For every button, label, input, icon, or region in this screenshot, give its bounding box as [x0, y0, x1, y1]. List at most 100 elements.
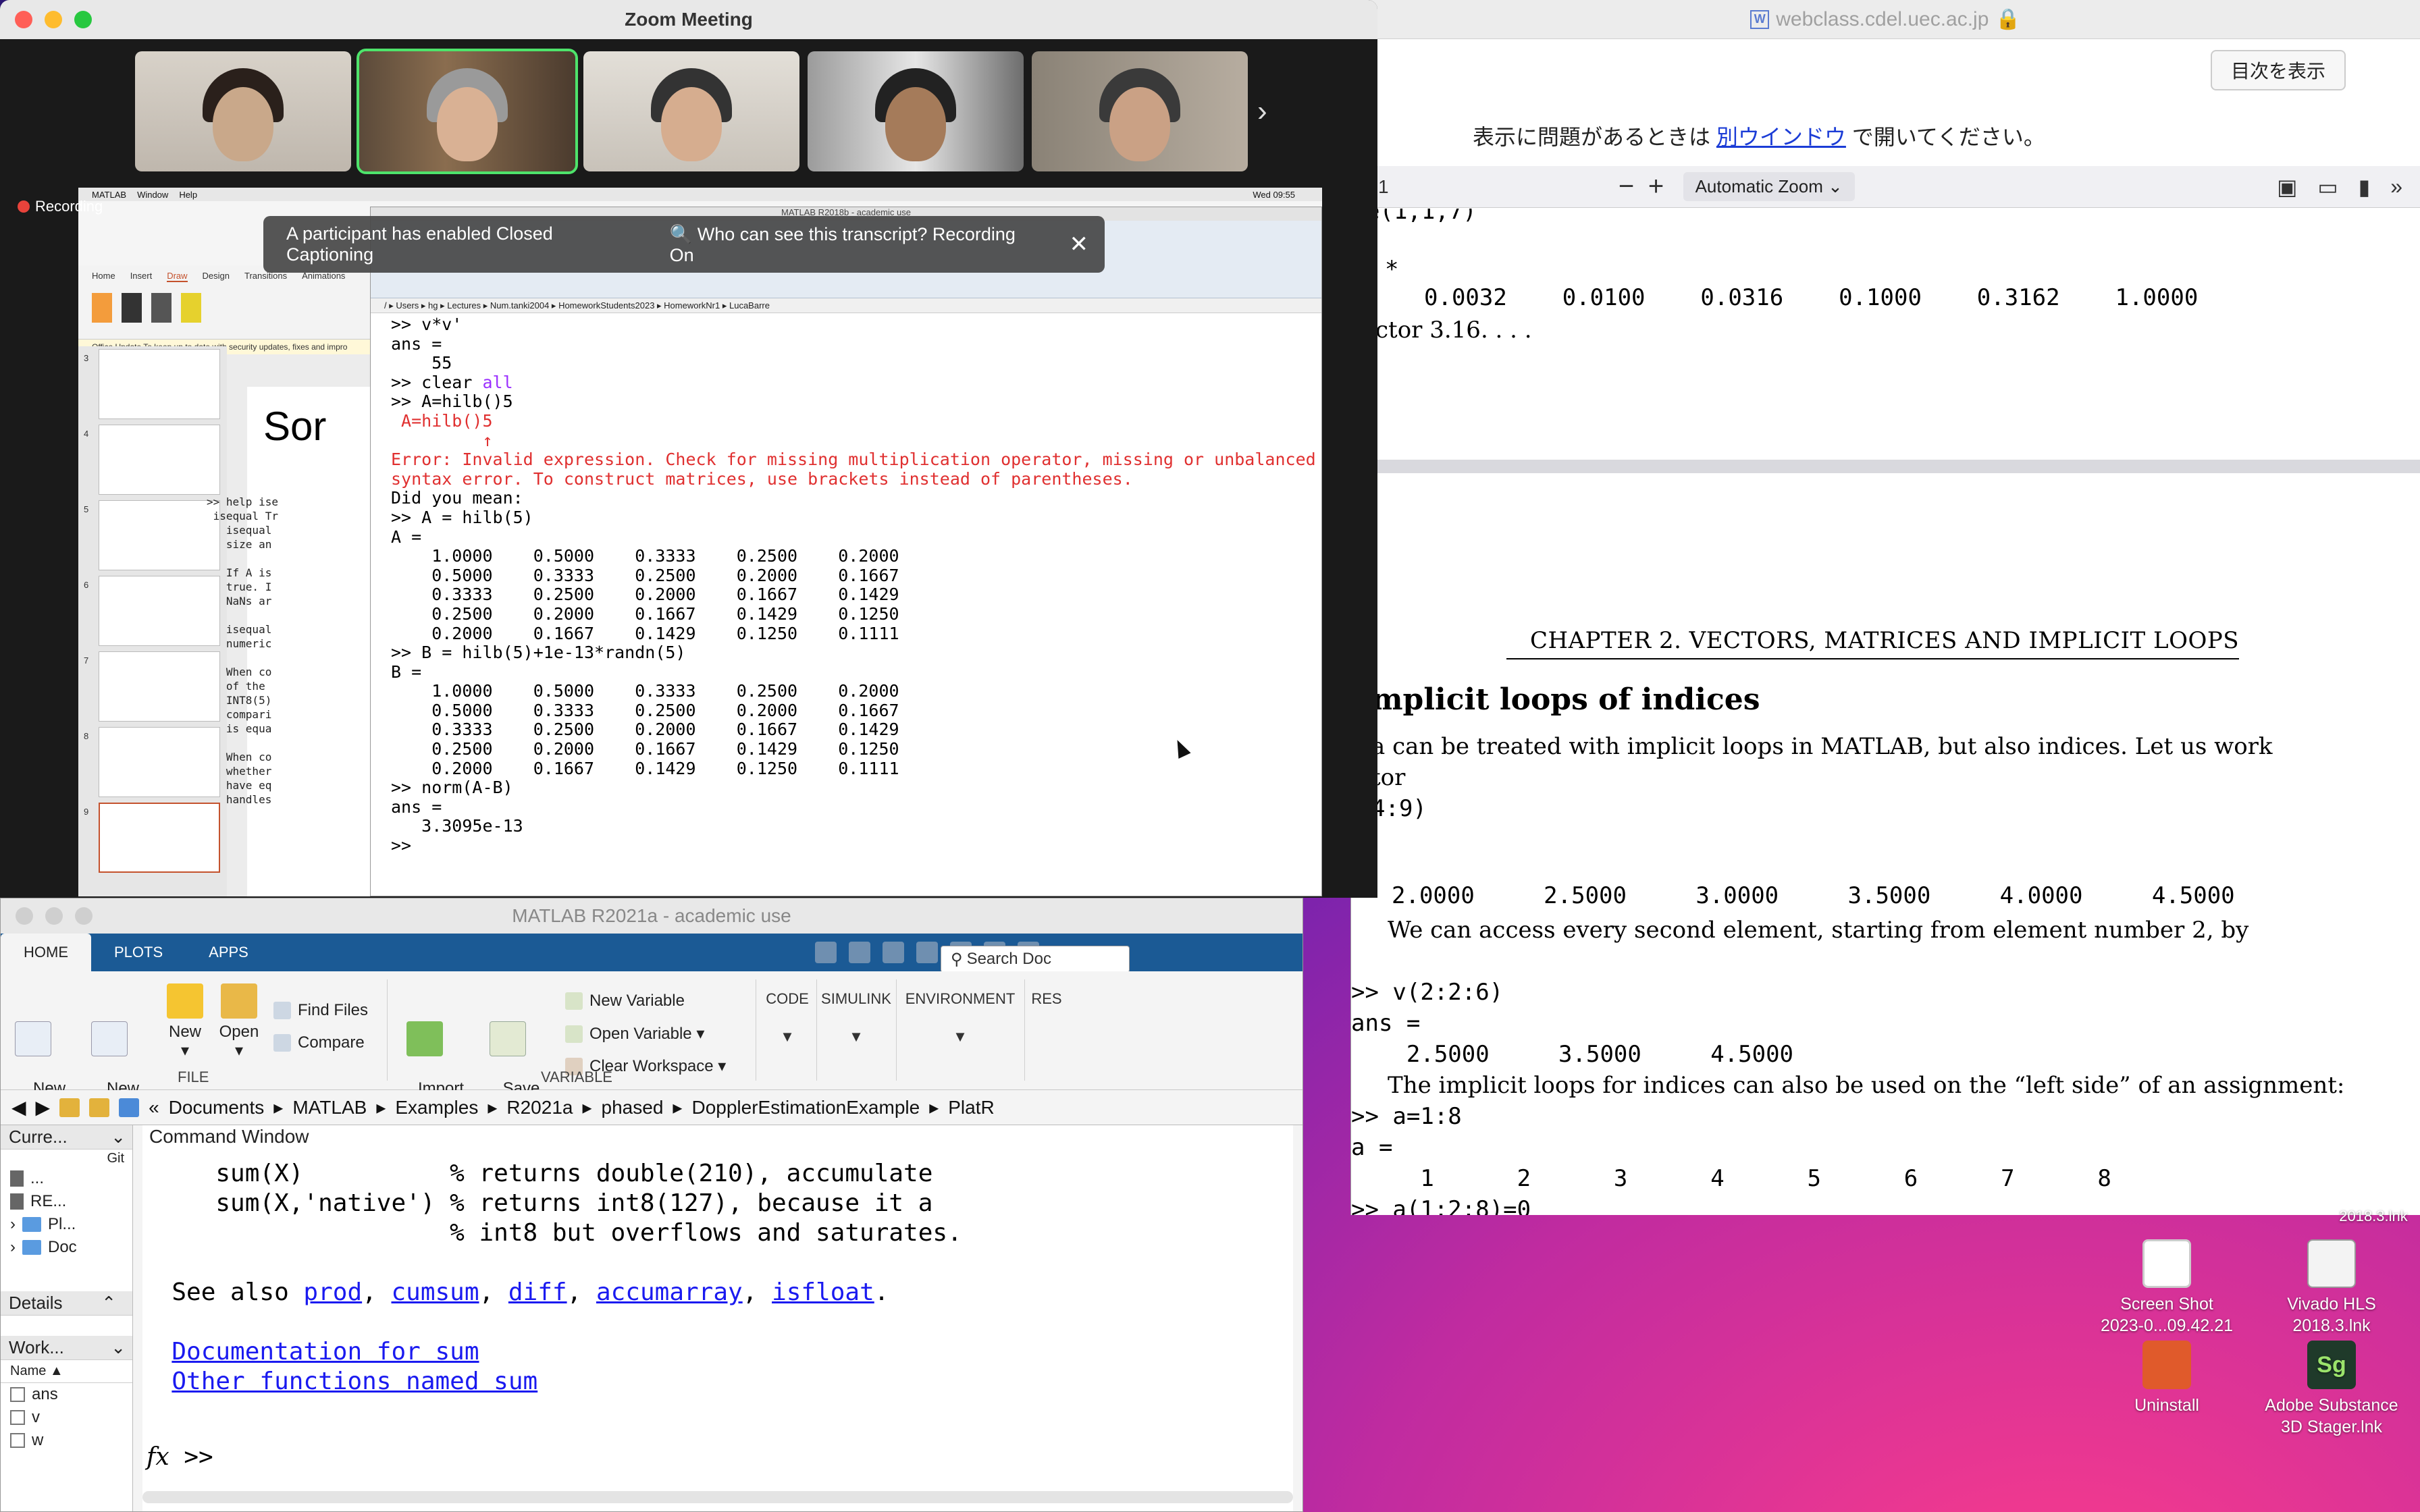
participant-video[interactable]: [1032, 51, 1248, 171]
folder-row[interactable]: › Pl...: [1, 1213, 132, 1236]
slide-thumbnail[interactable]: [99, 349, 220, 419]
minimize-window-icon[interactable]: [45, 11, 62, 28]
pdf-viewer[interactable]: e(1,1,7) * 0.0032 0.0100 0.0316 0.1000 0…: [1351, 209, 2420, 1215]
chevron-up-icon[interactable]: ⌃: [101, 1293, 116, 1314]
zoom-out-button[interactable]: −: [1612, 171, 1641, 202]
cut-icon[interactable]: [849, 942, 870, 963]
participant-video[interactable]: [583, 51, 799, 171]
folder-row[interactable]: › Doc: [1, 1236, 132, 1259]
save-icon[interactable]: [815, 942, 837, 963]
see-also-link[interactable]: isfloat: [772, 1278, 874, 1306]
address-part[interactable]: R2021a: [506, 1097, 573, 1118]
maximize-window-icon[interactable]: [75, 907, 93, 925]
details-header[interactable]: Details ⌃: [1, 1291, 132, 1316]
horizontal-scrollbar[interactable]: [142, 1491, 1293, 1503]
see-also-link[interactable]: accumarray: [596, 1278, 743, 1306]
address-part[interactable]: Examples: [395, 1097, 478, 1118]
folder-row[interactable]: RE...: [1, 1190, 132, 1213]
code-section-button[interactable]: CODE ▼: [764, 990, 811, 1046]
separate-window-link[interactable]: 別ウインドウ: [1716, 125, 1846, 149]
workspace-variable[interactable]: ans: [1, 1383, 132, 1406]
panel-menu-icon[interactable]: ⌄: [111, 1127, 126, 1148]
address-part[interactable]: DopplerEstimationExample: [691, 1097, 920, 1118]
toc-button[interactable]: 目次を表示: [2210, 50, 2346, 90]
slide-thumbnail-selected[interactable]: [99, 803, 220, 873]
more-tools-icon[interactable]: »: [2390, 174, 2402, 200]
address-part[interactable]: PlatR: [948, 1097, 994, 1118]
compare-button[interactable]: Compare: [273, 1033, 365, 1052]
see-also-link[interactable]: diff: [508, 1278, 567, 1306]
desktop-icon-screenshot[interactable]: Screen Shot 2023-0...09.42.21: [2089, 1239, 2244, 1336]
bookmark-icon[interactable]: ▮: [2359, 174, 2371, 200]
desktop-icon-vivado[interactable]: Vivado HLS 2018.3.lnk: [2254, 1239, 2409, 1336]
minimize-window-icon[interactable]: [45, 907, 63, 925]
slide-thumbnail[interactable]: [99, 500, 220, 570]
resources-section-button[interactable]: RES: [1030, 990, 1063, 1008]
presentation-mode-icon[interactable]: ▣: [2277, 174, 2297, 200]
workspace-name-column[interactable]: Name ▲: [1, 1360, 132, 1383]
workspace-header[interactable]: Work... ⌄: [1, 1336, 132, 1360]
zoom-select[interactable]: Automatic Zoom ⌄: [1683, 172, 1855, 201]
see-also-link[interactable]: prod: [303, 1278, 362, 1306]
desktop-icon-uninstall[interactable]: Uninstall: [2089, 1341, 2244, 1416]
address-part[interactable]: Documents: [169, 1097, 265, 1118]
find-files-button[interactable]: Find Files: [273, 1001, 368, 1020]
command-output: sum(X) % returns double(210), accumulate…: [142, 1160, 962, 1395]
close-icon[interactable]: ✕: [1070, 231, 1089, 258]
next-participants-icon[interactable]: ›: [1257, 94, 1267, 128]
up-folder-icon[interactable]: [59, 1098, 80, 1117]
slide-thumbnail[interactable]: [99, 651, 220, 722]
open-variable-button[interactable]: Open Variable ▾: [565, 1024, 704, 1044]
open-button[interactable]: Open ▾: [215, 983, 263, 1060]
desktop-icon-substance[interactable]: Sg Adobe Substance 3D Stager.lnk: [2254, 1341, 2409, 1438]
zoom-in-button[interactable]: +: [1641, 171, 1671, 202]
see-also-link[interactable]: cumsum: [391, 1278, 479, 1306]
panel-menu-icon[interactable]: ⌄: [111, 1337, 126, 1358]
close-window-icon[interactable]: [15, 11, 32, 28]
current-folder-header[interactable]: Curre... ⌄: [1, 1125, 132, 1150]
forward-icon[interactable]: ▶: [36, 1096, 51, 1118]
slide-thumbnail[interactable]: [99, 425, 220, 495]
address-part[interactable]: «: [149, 1097, 159, 1118]
tab-apps[interactable]: APPS: [186, 934, 271, 971]
environment-section-button[interactable]: ENVIRONMENT ▼: [903, 990, 1018, 1046]
close-window-icon[interactable]: [16, 907, 33, 925]
transcript-info-button[interactable]: 🔍 Who can see this transcript? Recording…: [670, 223, 1043, 266]
tab-plots[interactable]: PLOTS: [91, 934, 186, 971]
address-part[interactable]: MATLAB: [292, 1097, 367, 1118]
matlab21-titlebar[interactable]: MATLAB R2021a - academic use: [1, 898, 1303, 934]
folder-row[interactable]: ...: [1, 1167, 132, 1190]
slide-thumbnail[interactable]: [99, 576, 220, 646]
open-file-icon[interactable]: ▭: [2317, 174, 2338, 200]
command-window[interactable]: Command Window sum(X) % returns double(2…: [142, 1125, 1293, 1511]
new-variable-button[interactable]: New Variable: [565, 992, 685, 1010]
participant-video-active[interactable]: [357, 49, 578, 174]
workspace-variable[interactable]: v: [1, 1406, 132, 1429]
copy-icon[interactable]: [883, 942, 904, 963]
simulink-section-button[interactable]: SIMULINK ▼: [819, 990, 893, 1046]
chevron-right-icon[interactable]: ›: [10, 1215, 16, 1234]
matlab18-path[interactable]: / ▸ Users ▸ hg ▸ Lectures ▸ Num.tanki200…: [371, 298, 1321, 313]
search-documentation-input[interactable]: ⚲ Search Doc: [941, 946, 1130, 973]
browse-folder-icon[interactable]: [89, 1098, 110, 1117]
back-icon[interactable]: ◀: [11, 1096, 26, 1118]
maximize-window-icon[interactable]: [74, 11, 92, 28]
page-number-field[interactable]: 1: [1378, 176, 1389, 198]
new-button[interactable]: New ▾: [161, 983, 209, 1060]
chevron-right-icon[interactable]: ›: [10, 1238, 16, 1257]
current-folder-address-bar[interactable]: ◀ ▶ « Documents ▸ MATLAB ▸ Examples ▸ R2…: [1, 1090, 1303, 1125]
browser-titlebar[interactable]: W webclass.cdel.uec.ac.jp 🔒: [1351, 0, 2420, 39]
git-column-header: Git: [107, 1150, 124, 1166]
participant-video[interactable]: [808, 51, 1024, 171]
zoom-titlebar[interactable]: Zoom Meeting: [0, 0, 1377, 39]
address-part[interactable]: phased: [602, 1097, 664, 1118]
documentation-link[interactable]: Documentation for sum: [172, 1338, 479, 1366]
other-functions-link[interactable]: Other functions named sum: [172, 1368, 537, 1395]
paste-icon[interactable]: [916, 942, 938, 963]
tab-home[interactable]: HOME: [1, 934, 91, 971]
slide-thumbnail[interactable]: [99, 727, 220, 797]
participant-video[interactable]: [135, 51, 351, 171]
matlab18-command-window[interactable]: >> v*v' ans = 55 >> clear all >> A=hilb()5 …: [371, 315, 1321, 875]
command-prompt[interactable]: fx >>: [147, 1443, 213, 1471]
workspace-variable[interactable]: w: [1, 1429, 132, 1452]
